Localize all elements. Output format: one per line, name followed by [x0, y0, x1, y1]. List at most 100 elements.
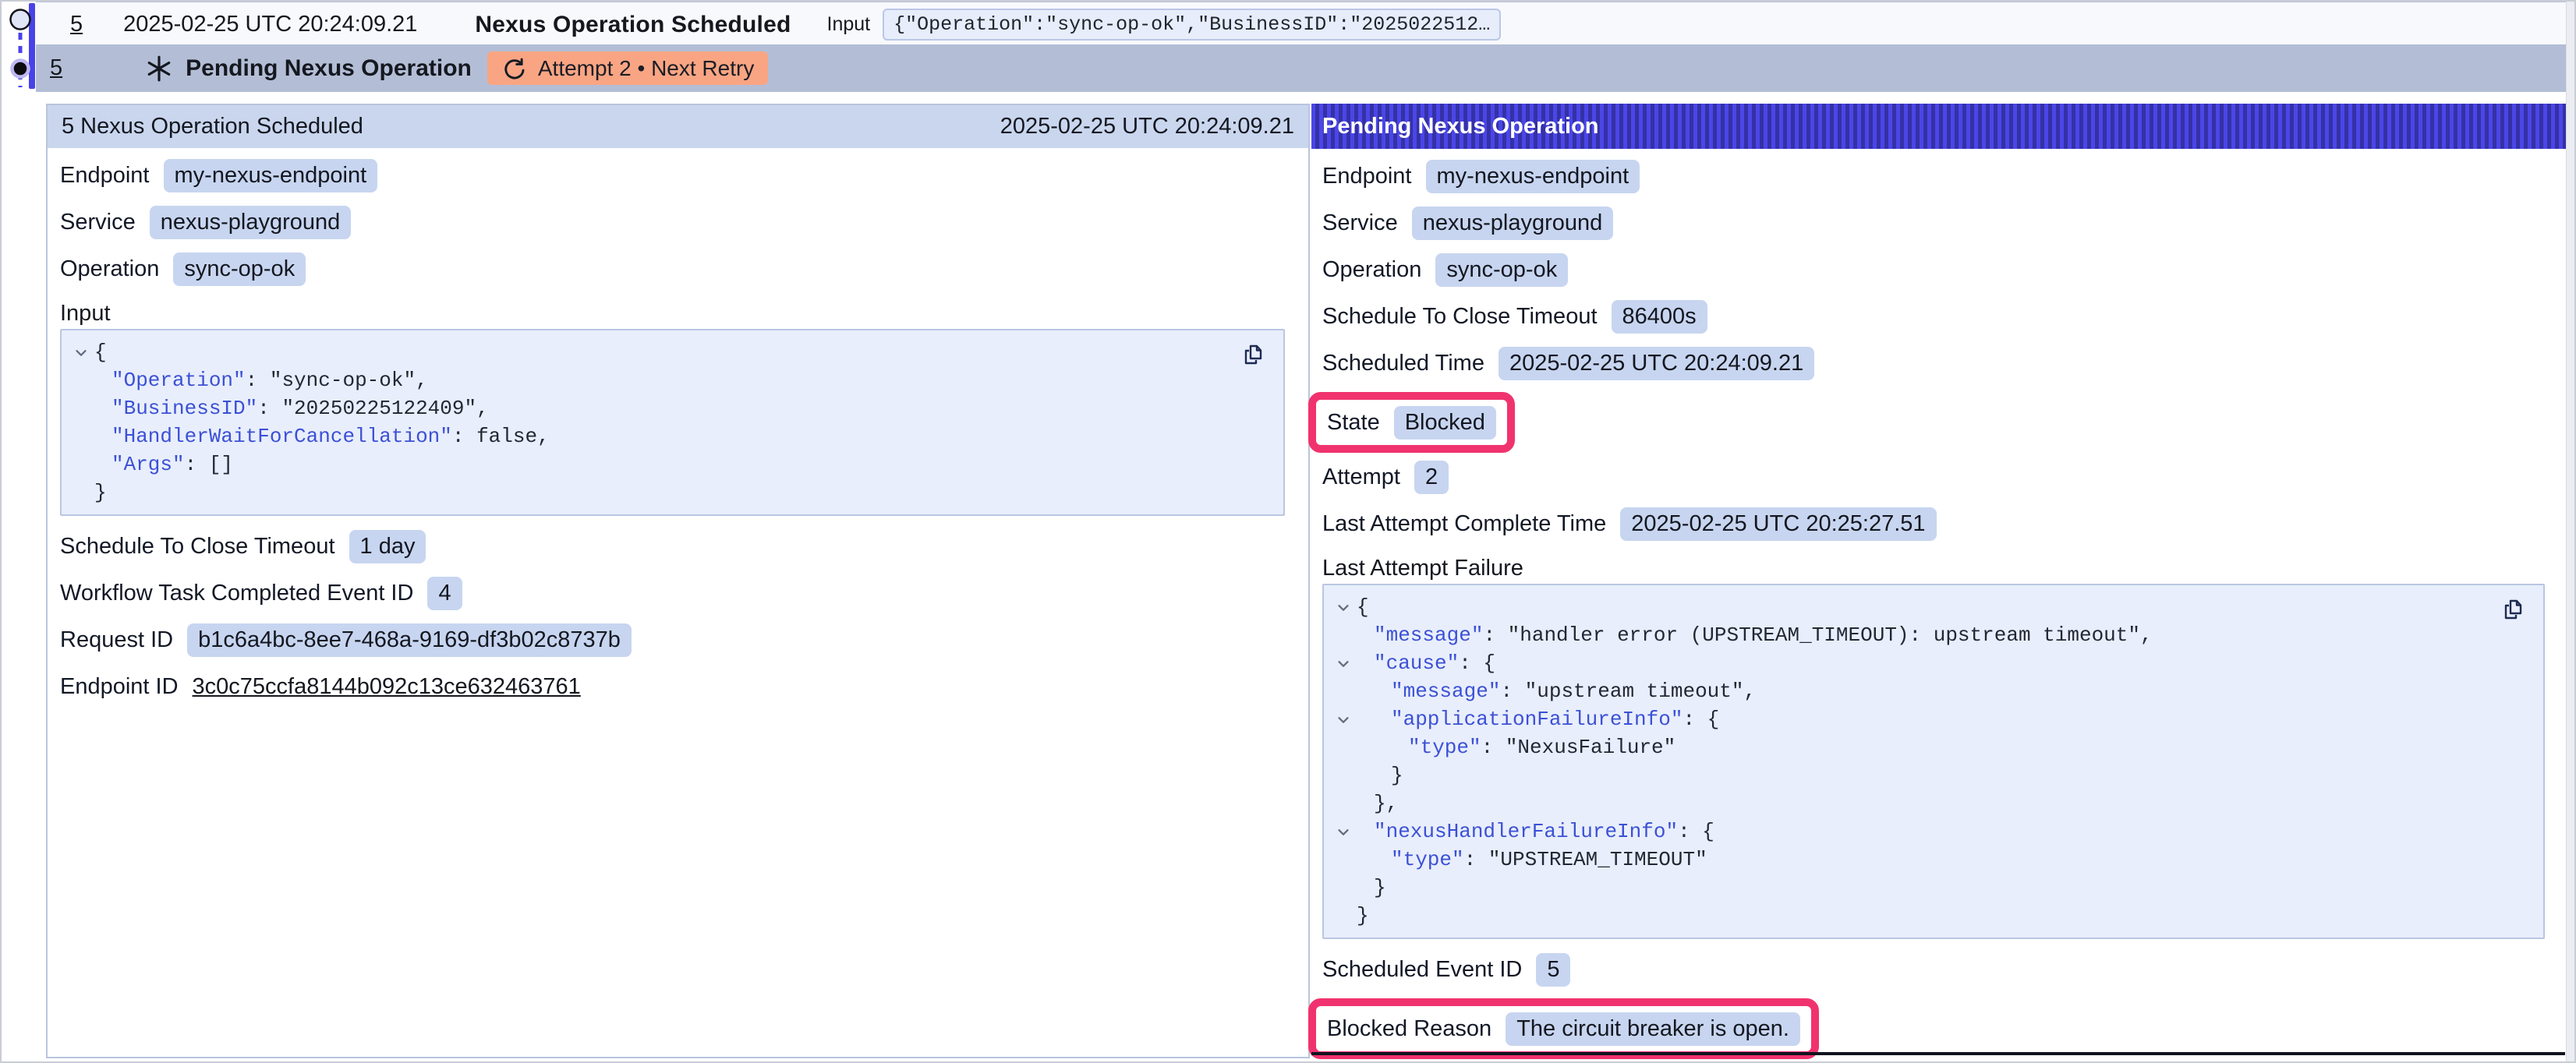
json-value: }	[1374, 876, 1386, 899]
field-row-endpoint: Endpoint my-nexus-endpoint	[1322, 158, 1640, 194]
code-text: }	[1357, 902, 1369, 930]
pending-operation-detail-header: Pending Nexus Operation	[1311, 104, 2567, 149]
detail-header-timestamp: 2025-02-25 UTC 20:24:09.21	[1000, 114, 1294, 139]
json-viewer-input-json: {"Operation": "sync-op-ok","BusinessID":…	[60, 329, 1285, 516]
collapse-gutter	[1330, 711, 1357, 728]
field-value-chip: 5	[1536, 953, 1570, 987]
code-line: "applicationFailureInfo": {	[1330, 705, 2528, 733]
field-label: Scheduled Time	[1322, 351, 1484, 376]
json-value: : "20250225122409",	[257, 397, 488, 420]
code-line: "message": "upstream timeout",	[1330, 677, 2528, 705]
temporal-event-history-screen: 5 2025-02-25 UTC 20:24:09.21 Nexus Opera…	[0, 0, 2576, 1063]
timeline-node-open-icon[interactable]	[11, 10, 30, 30]
field-row-workflow-task-completed-event-id: Workflow Task Completed Event ID4	[60, 575, 462, 611]
chevron-down-icon[interactable]	[73, 344, 90, 361]
field-value-chip: b1c6a4bc-8ee7-468a-9169-df3b02c8737b	[187, 623, 632, 657]
json-value: }	[94, 481, 107, 504]
field-value-chip: 2	[1414, 461, 1449, 494]
pending-event-id-link[interactable]: 5	[50, 55, 62, 81]
json-key: "message"	[1391, 680, 1500, 703]
event-timestamp: 2025-02-25 UTC 20:24:09.21	[123, 12, 417, 37]
code-line: {	[1330, 593, 2528, 621]
code-line: {	[68, 338, 1268, 366]
copy-icon[interactable]	[1241, 343, 1265, 366]
retry-badge: Attempt 2 • Next Retry	[487, 51, 768, 85]
field-value-chip: 1 day	[349, 530, 426, 563]
field-row-schedule-to-close-timeout: Schedule To Close Timeout 1 day	[60, 528, 426, 564]
chevron-down-icon[interactable]	[1335, 655, 1352, 672]
field-label-input: Input	[60, 298, 1296, 329]
event-row-nexus-operation-scheduled[interactable]: 5 2025-02-25 UTC 20:24:09.21 Nexus Opera…	[36, 0, 2567, 47]
field-label: Request ID	[60, 627, 173, 653]
code-line: },	[1330, 789, 2528, 818]
code-line: "cause": {	[1330, 649, 2528, 677]
json-value: : {	[1683, 708, 1719, 731]
retry-icon	[501, 55, 527, 81]
json-value: : []	[185, 453, 233, 476]
field-label: Last Attempt Complete Time	[1322, 511, 1606, 537]
field-label: Schedule To Close Timeout	[60, 534, 335, 560]
field-row-service: Service nexus-playground	[1322, 205, 1613, 241]
field-value-chip: my-nexus-endpoint	[1426, 160, 1640, 193]
code-text: "HandlerWaitForCancellation": false,	[94, 422, 550, 450]
json-value: }	[1357, 904, 1369, 927]
json-value: : "UPSTREAM_TIMEOUT"	[1464, 848, 1707, 871]
code-text: "Operation": "sync-op-ok",	[94, 366, 428, 394]
field-row-state: StateBlocked	[1308, 392, 1515, 453]
code-text: "applicationFailureInfo": {	[1357, 705, 1719, 733]
field-value-chip: 2025-02-25 UTC 20:24:09.21	[1499, 347, 1814, 380]
chevron-down-icon[interactable]	[1335, 711, 1352, 728]
scrollbar-track[interactable]	[2566, 0, 2576, 1063]
code-text: {	[1357, 593, 1369, 621]
event-id-link[interactable]: 5	[70, 12, 83, 37]
code-line: "Operation": "sync-op-ok",	[68, 366, 1268, 394]
json-key: "nexusHandlerFailureInfo"	[1374, 820, 1678, 843]
field-value-chip: 2025-02-25 UTC 20:25:27.51	[1620, 507, 1936, 541]
field-row-request-id: Request ID b1c6a4bc-8ee7-468a-9169-df3b02…	[60, 622, 632, 658]
json-viewer-failure-json: {"message": "handler error (UPSTREAM_TIM…	[1322, 584, 2545, 939]
code-text: "type": "UPSTREAM_TIMEOUT"	[1357, 846, 1707, 874]
code-text: "message": "upstream timeout",	[1357, 677, 1756, 705]
json-key: "HandlerWaitForCancellation"	[111, 425, 452, 448]
code-line: }	[1330, 874, 2528, 902]
copy-icon[interactable]	[2501, 598, 2525, 621]
timeline-node-current-icon[interactable]	[12, 61, 29, 77]
field-value-chip: nexus-playground	[1412, 207, 1614, 240]
chevron-down-icon[interactable]	[1335, 599, 1352, 616]
detail-header-title: 5 Nexus Operation Scheduled	[62, 114, 363, 139]
code-line: "BusinessID": "20250225122409",	[68, 394, 1268, 422]
field-row-operation: Operationsync-op-ok	[1322, 252, 1568, 288]
pending-nexus-operation-row[interactable]: 5 Pending Nexus Operation Attempt 2 • Ne…	[36, 44, 2567, 92]
json-key: "type"	[1408, 736, 1481, 759]
field-value-link[interactable]: 3c0c75ccfa8144b092c13ce632463761	[193, 674, 581, 700]
pending-title: Pending Nexus Operation	[186, 55, 472, 82]
code-text: "BusinessID": "20250225122409",	[94, 394, 489, 422]
collapse-gutter	[1330, 655, 1357, 672]
field-value-chip: The circuit breaker is open.	[1506, 1012, 1800, 1046]
field-row-attempt: Attempt2	[1322, 459, 1449, 495]
field-label: Endpoint ID	[60, 674, 179, 700]
field-label: Service	[1322, 210, 1398, 236]
field-row-schedule-to-close-timeout: Schedule To Close Timeout86400s	[1322, 298, 1707, 334]
field-label: Schedule To Close Timeout	[1322, 304, 1598, 330]
json-key: "type"	[1391, 848, 1464, 871]
code-text: "type": "NexusFailure"	[1357, 733, 1675, 761]
event-input-preview-chip: {"Operation":"sync-op-ok","BusinessID":"…	[883, 9, 1501, 41]
json-value: : "NexusFailure"	[1481, 736, 1676, 759]
code-text: "nexusHandlerFailureInfo": {	[1357, 818, 1714, 846]
chevron-down-icon[interactable]	[1335, 823, 1352, 840]
json-value: : "upstream timeout",	[1500, 680, 1756, 703]
retry-badge-label: Attempt 2 • Next Retry	[538, 56, 754, 81]
code-text: },	[1357, 789, 1398, 818]
code-line: "message": "handler error (UPSTREAM_TIME…	[1330, 621, 2528, 649]
field-row-service: Servicenexus-playground	[60, 204, 351, 240]
code-text: {	[94, 338, 107, 366]
field-label: Endpoint	[1322, 164, 1412, 189]
field-value-chip: Blocked	[1394, 406, 1496, 440]
field-row-endpoint: Endpointmy-nexus-endpoint	[60, 157, 377, 193]
field-value-chip: 4	[427, 577, 462, 610]
json-value: {	[1357, 595, 1369, 619]
code-line: "type": "UPSTREAM_TIMEOUT"	[1330, 846, 2528, 874]
code-text: "cause": {	[1357, 649, 1495, 677]
collapse-gutter	[1330, 599, 1357, 616]
